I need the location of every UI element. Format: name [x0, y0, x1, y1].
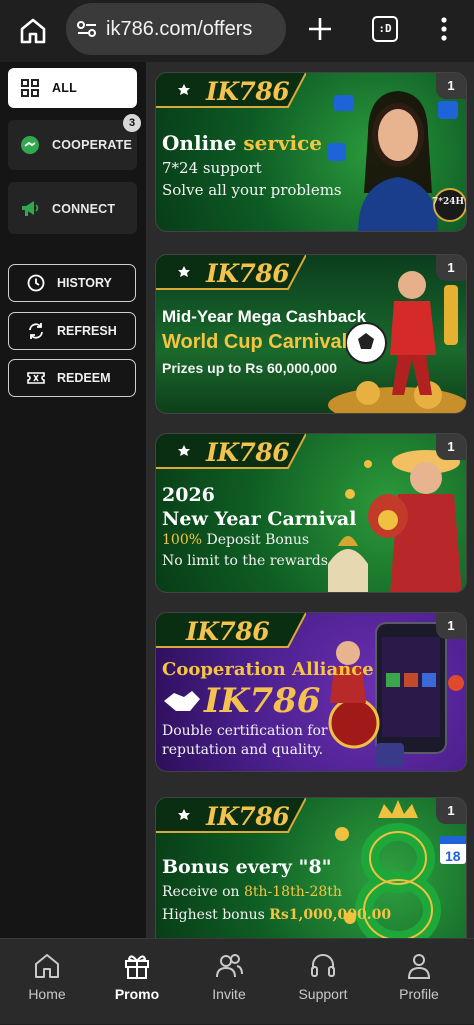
promo-card-cooperation[interactable]: IK786 1 Cooperation Alliance IK786 Doubl…	[155, 612, 467, 772]
card-headline: Mid-Year Mega Cashback	[162, 307, 367, 326]
nav-support[interactable]: Support	[276, 939, 370, 1025]
promo-card-bonus-8[interactable]: IK786 18 1 Bonus every "8" Receive on 8t…	[155, 797, 467, 957]
card-detail: Solve all your problems	[162, 181, 342, 199]
brand-name: IK786	[206, 438, 290, 467]
grid-icon	[20, 78, 40, 98]
headline-text: Online service	[162, 131, 322, 155]
alliance-brand-text: IK786	[204, 681, 321, 721]
sidebar-tab-connect[interactable]: CONNECT	[8, 182, 137, 234]
home-icon	[33, 951, 61, 981]
card-subline: Receive on 8th-18th-28th	[162, 884, 342, 900]
promo-card-online-service[interactable]: IK786 7*24H 1 Online service 7*24 suppor…	[155, 72, 467, 232]
nav-invite-label: Invite	[212, 986, 246, 1002]
tab-switcher-button[interactable]: :D	[372, 16, 398, 42]
handshake-icon	[20, 135, 40, 155]
card-detail-2: reputation and quality.	[162, 742, 324, 758]
nav-support-label: Support	[298, 986, 348, 1002]
clock-icon	[27, 274, 45, 292]
promo-card-new-year[interactable]: IK786 1 2026 New Year Carnival 100% Depo…	[155, 433, 467, 593]
nav-promo[interactable]: Promo	[90, 939, 184, 1025]
card-headline: Online service	[162, 131, 322, 155]
highest-amount: Rs1,000,000.00	[269, 907, 392, 923]
card-detail: Highest bonus Rs1,000,000.00	[162, 907, 391, 923]
support-hours-badge: 7*24H	[432, 197, 464, 207]
card-subline: World Cup Carnival	[162, 331, 348, 353]
receive-label: Receive on	[162, 884, 244, 900]
card-subline: 7*24 support	[162, 159, 262, 177]
headset-icon	[309, 951, 337, 981]
card-year: 2026	[162, 484, 215, 506]
card-headline: Cooperation Alliance	[162, 659, 374, 680]
bonus-text: Deposit Bonus	[206, 532, 310, 548]
people-icon	[215, 951, 243, 981]
card-subline: 100% Deposit Bonus	[162, 532, 309, 548]
nav-home-label: Home	[28, 986, 66, 1002]
brand-name: IK786	[206, 77, 290, 106]
card-detail: Prizes up to Rs 60,000,000	[162, 360, 338, 376]
new-tab-icon[interactable]	[305, 14, 335, 44]
calendar-day: 18	[445, 848, 461, 864]
card-count-badge: 1	[436, 434, 466, 460]
sidebar-tab-all[interactable]: ALL	[8, 68, 137, 108]
headline-text-part: Online	[162, 131, 244, 155]
brand-logo: IK786	[156, 798, 306, 838]
card-count-badge: 1	[436, 613, 466, 639]
refresh-button[interactable]: REFRESH	[8, 312, 136, 350]
history-label: HISTORY	[57, 276, 112, 290]
card-count-badge: 1	[436, 798, 466, 824]
nav-home[interactable]: Home	[0, 939, 94, 1025]
sidebar-tab-label: COOPERATE	[52, 138, 133, 152]
person-icon	[405, 951, 433, 981]
brand-name: IK786	[186, 617, 270, 646]
card-headline: New Year Carnival	[162, 508, 357, 530]
highest-label: Highest bonus	[162, 907, 270, 923]
card-count-badge: 1	[436, 255, 466, 281]
headline-text-accent: service	[243, 131, 323, 155]
sidebar-tab-label: ALL	[52, 81, 77, 95]
browser-toolbar: ik786.com/offers :D	[0, 0, 474, 62]
bonus-percent: 100%	[162, 532, 203, 548]
nav-invite[interactable]: Invite	[182, 939, 276, 1025]
browser-home-icon[interactable]	[16, 14, 50, 48]
handshake-icon	[164, 691, 200, 711]
brand-name: IK786	[206, 259, 290, 288]
site-settings-icon[interactable]	[76, 19, 98, 39]
card-count-badge: 1	[436, 73, 466, 99]
card-headline: Bonus every "8"	[162, 856, 332, 878]
category-sidebar: ALL COOPERATE 3 CONNECT HISTORY REFRESH …	[0, 62, 146, 938]
redeem-button[interactable]: REDEEM	[8, 359, 136, 397]
sidebar-tab-label: CONNECT	[52, 202, 116, 216]
nav-promo-label: Promo	[114, 986, 160, 1002]
promo-list: IK786 7*24H 1 Online service 7*24 suppor…	[146, 62, 474, 957]
brand-logo: IK786	[156, 613, 306, 653]
redeem-label: REDEEM	[57, 371, 111, 385]
ticket-icon	[27, 369, 45, 387]
card-detail-1: Double certification for	[162, 723, 328, 739]
brand-name: IK786	[206, 802, 290, 831]
more-menu-icon[interactable]	[436, 14, 452, 44]
bottom-navigation: Home Promo Invite Support Profile	[0, 938, 474, 1024]
history-button[interactable]: HISTORY	[8, 264, 136, 302]
receive-days: 8th-18th-28th	[243, 884, 342, 900]
refresh-label: REFRESH	[57, 324, 117, 338]
promo-card-world-cup[interactable]: IK786 1 Mid-Year Mega Cashback World Cup…	[155, 254, 467, 414]
refresh-icon	[27, 322, 45, 340]
cooperate-count-badge: 3	[123, 114, 141, 132]
megaphone-icon	[20, 198, 40, 218]
brand-logo: IK786	[156, 73, 306, 113]
nav-profile[interactable]: Profile	[372, 939, 466, 1025]
address-bar[interactable]: ik786.com/offers	[66, 3, 286, 55]
brand-logo: IK786	[156, 434, 306, 474]
brand-logo: IK786	[156, 255, 306, 295]
card-detail: No limit to the rewards	[162, 553, 328, 569]
url-text[interactable]: ik786.com/offers	[106, 18, 252, 41]
gift-icon	[123, 951, 151, 981]
nav-profile-label: Profile	[399, 986, 439, 1002]
sidebar-tab-cooperate[interactable]: COOPERATE	[8, 120, 137, 170]
